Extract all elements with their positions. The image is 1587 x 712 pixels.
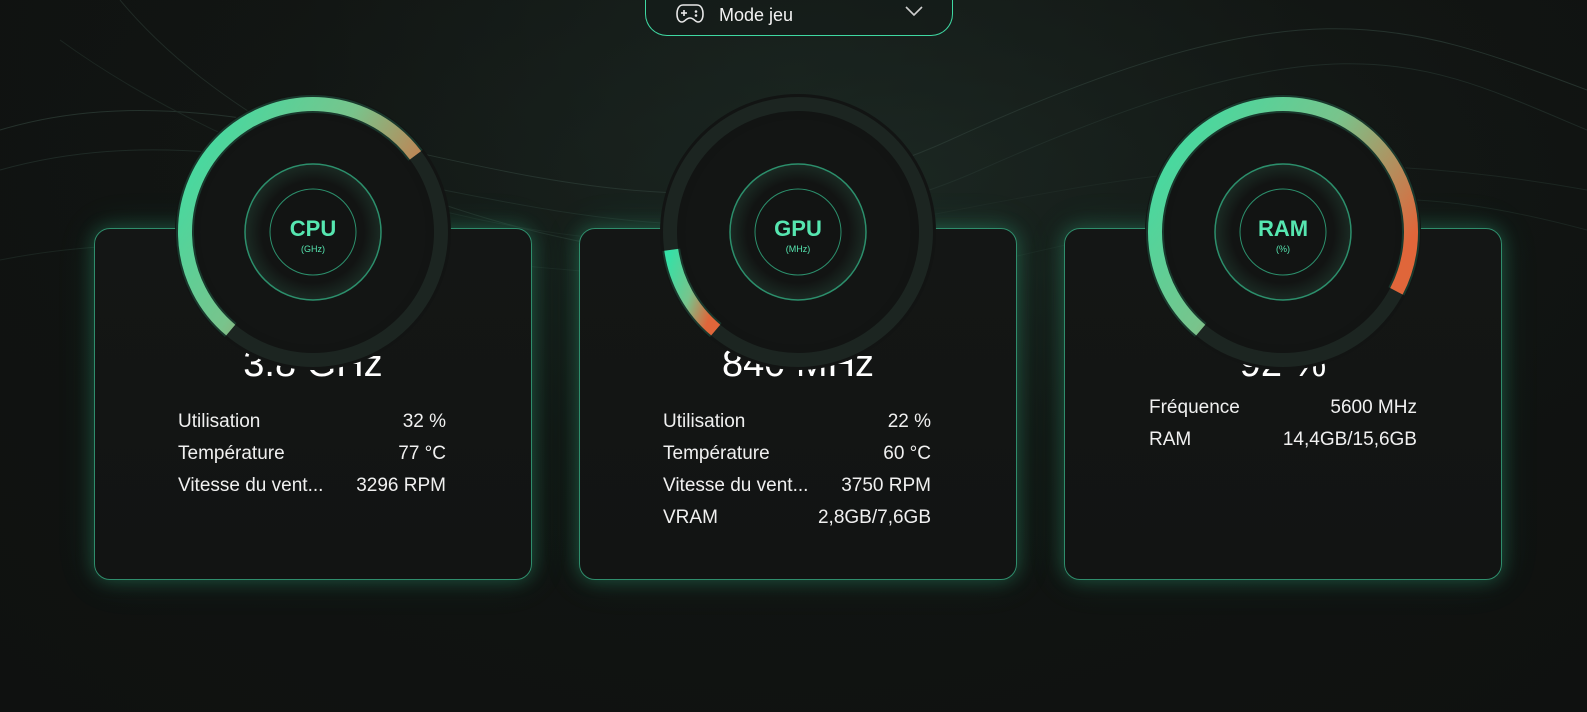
cpu-gauge-unit: (GHz) xyxy=(301,244,325,254)
gpu-stats: Utilisation 22 % Température 60 °C Vites… xyxy=(663,411,931,539)
gpu-stat-row: Vitesse du vent... 3750 RPM xyxy=(663,475,931,507)
stat-label: Utilisation xyxy=(178,411,261,432)
stat-label: Utilisation xyxy=(663,411,746,432)
stat-value: 22 % xyxy=(887,411,931,432)
mode-dropdown[interactable]: Mode jeu xyxy=(645,0,953,36)
stat-value: 77 °C xyxy=(398,443,446,464)
stat-value: 32 % xyxy=(402,411,446,432)
stat-value: 5600 MHz xyxy=(1330,397,1417,418)
ram-stat-row: RAM 14,4GB/15,6GB xyxy=(1149,429,1417,461)
ram-stats: Fréquence 5600 MHz RAM 14,4GB/15,6GB xyxy=(1149,397,1417,461)
stat-label: RAM xyxy=(1149,429,1192,450)
gpu-gauge: GPU (MHz) xyxy=(656,90,940,374)
chevron-down-icon xyxy=(905,6,923,17)
stat-value: 3750 RPM xyxy=(841,475,931,496)
stat-label: Température xyxy=(663,443,770,464)
stat-label: Fréquence xyxy=(1149,397,1240,418)
gpu-stat-row: VRAM 2,8GB/7,6GB xyxy=(663,507,931,539)
stat-label: Température xyxy=(178,443,285,464)
gpu-stat-row: Utilisation 22 % xyxy=(663,411,931,443)
stat-value: 2,8GB/7,6GB xyxy=(817,507,931,528)
ram-gauge-label: RAM xyxy=(1257,216,1309,241)
cpu-stat-row: Utilisation 32 % xyxy=(178,411,446,443)
cpu-gauge: CPU (GHz) xyxy=(171,90,455,374)
cpu-gauge-label: CPU xyxy=(289,216,337,241)
ram-gauge: RAM (%) xyxy=(1141,90,1425,374)
cpu-stat-row: Température 77 °C xyxy=(178,443,446,475)
stat-value: 3296 RPM xyxy=(356,475,446,496)
ram-stat-row: Fréquence 5600 MHz xyxy=(1149,397,1417,429)
stat-value: 60 °C xyxy=(883,443,931,464)
gamepad-icon xyxy=(676,4,704,23)
cpu-stat-row: Vitesse du vent... 3296 RPM xyxy=(178,475,446,507)
gpu-stat-row: Température 60 °C xyxy=(663,443,931,475)
gpu-gauge-label: GPU xyxy=(774,216,822,241)
cpu-stats: Utilisation 32 % Température 77 °C Vites… xyxy=(178,411,446,507)
mode-label: Mode jeu xyxy=(719,5,794,25)
stat-label: Vitesse du vent... xyxy=(663,475,809,496)
stat-label: Vitesse du vent... xyxy=(178,475,324,496)
stat-value: 14,4GB/15,6GB xyxy=(1282,429,1417,450)
ram-gauge-unit: (%) xyxy=(1276,244,1290,254)
stat-label: VRAM xyxy=(663,507,718,528)
gpu-gauge-unit: (MHz) xyxy=(785,244,811,254)
